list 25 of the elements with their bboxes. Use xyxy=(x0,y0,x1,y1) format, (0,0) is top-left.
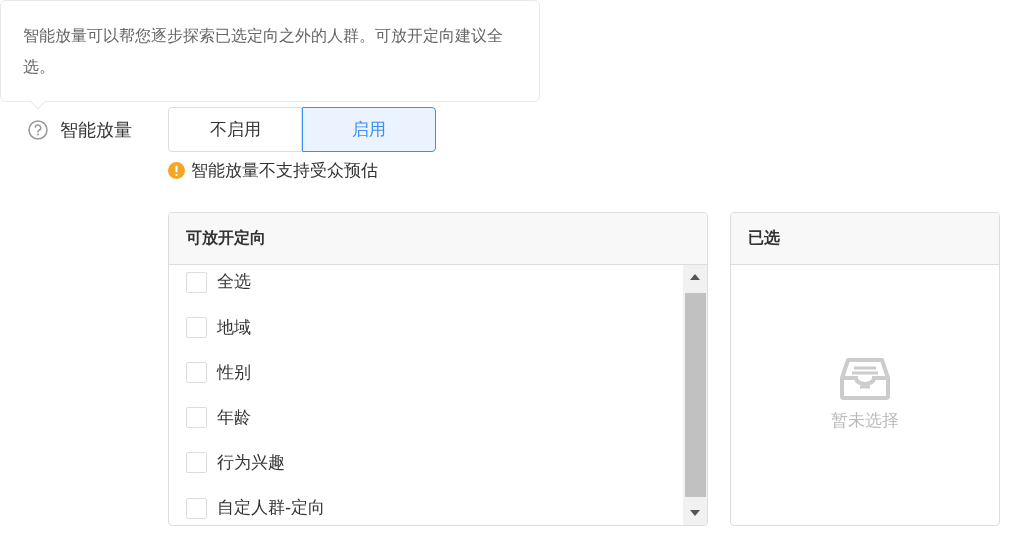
checkbox-label[interactable]: 年龄 xyxy=(217,404,251,431)
checkbox[interactable] xyxy=(186,316,207,338)
checkbox[interactable] xyxy=(186,271,207,293)
scroll-up-icon[interactable] xyxy=(690,273,700,280)
checkbox-label[interactable]: 全选 xyxy=(217,269,251,295)
inbox-icon xyxy=(840,355,890,400)
scrollbar[interactable] xyxy=(683,264,707,525)
scroll-down-icon[interactable] xyxy=(690,509,700,516)
checkbox[interactable] xyxy=(186,361,207,383)
checkbox-label[interactable]: 行为兴趣 xyxy=(217,450,285,476)
checkbox[interactable] xyxy=(186,452,207,474)
checkbox-label[interactable]: 地域 xyxy=(217,314,251,341)
checkbox-label[interactable]: 自定人群-定向 xyxy=(217,495,326,521)
checkbox[interactable] xyxy=(186,407,207,429)
checkbox[interactable] xyxy=(186,497,207,519)
empty-text: 暂未选择 xyxy=(831,408,899,432)
panel-title: 已选 xyxy=(748,227,780,249)
checkbox-label[interactable]: 性别 xyxy=(217,359,251,386)
warning-icon xyxy=(168,162,185,180)
warning-text: 智能放量不支持受众预估 xyxy=(191,159,378,182)
tooltip-text: 智能放量可以帮您逐步探索已选定向之外的人群。可放开定向建议全选。 xyxy=(23,27,503,76)
option-button[interactable]: 不启用 xyxy=(168,107,302,152)
help-icon[interactable] xyxy=(28,119,48,140)
panel-title: 可放开定向 xyxy=(186,227,266,249)
field-label: 智能放量 xyxy=(60,118,132,142)
